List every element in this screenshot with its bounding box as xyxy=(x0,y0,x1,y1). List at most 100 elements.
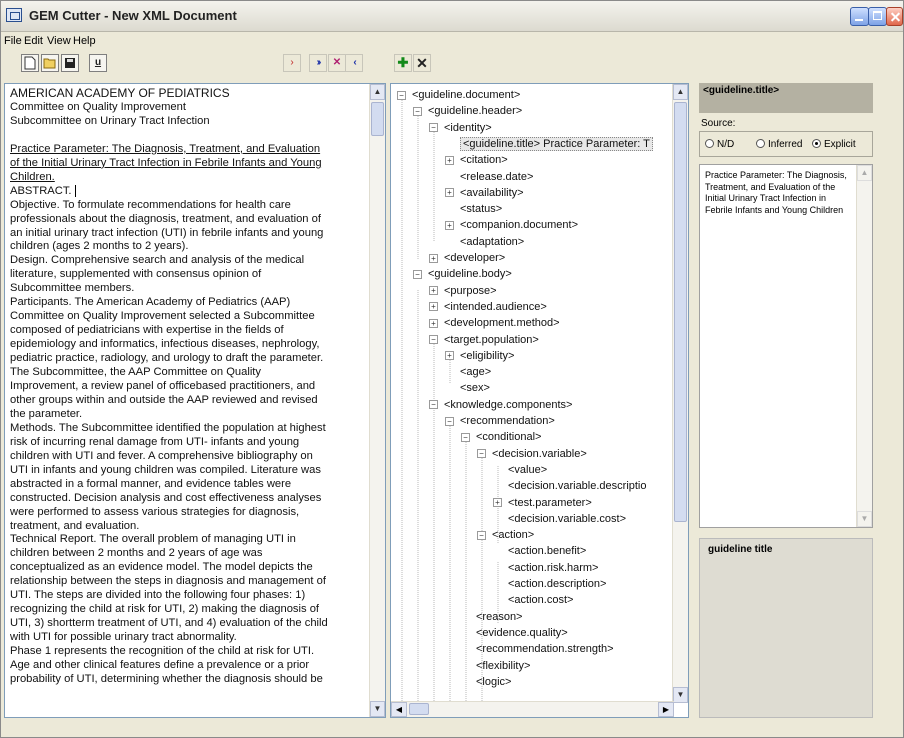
tree-node[interactable]: <action.risk.harm> xyxy=(508,560,598,576)
tree-node[interactable]: − <conditional> xyxy=(461,429,541,445)
maximize-button[interactable] xyxy=(868,7,887,26)
tree-node-label[interactable]: <recommendation.strength> xyxy=(476,643,614,655)
tree-node[interactable]: + <intended.audience> xyxy=(429,299,547,315)
tree-node[interactable]: + <availability> xyxy=(445,185,524,201)
tree-node[interactable]: − <recommendation> xyxy=(445,413,555,429)
expand-icon[interactable]: + xyxy=(429,253,438,263)
tree-node-label[interactable]: <flexibility> xyxy=(476,660,530,672)
tree-node-label[interactable]: <purpose> xyxy=(444,285,497,297)
tree-node[interactable]: + <purpose> xyxy=(429,283,497,299)
scroll-thumb[interactable] xyxy=(371,102,384,136)
tree-horizontal-scrollbar[interactable]: ◀ ▶ xyxy=(391,701,674,717)
menu-help[interactable]: Help xyxy=(73,35,96,47)
tree-node[interactable]: <action.description> xyxy=(508,576,606,592)
scroll-thumb[interactable] xyxy=(674,102,687,522)
tree-node-label[interactable]: <companion.document> xyxy=(460,219,578,231)
expand-icon[interactable]: + xyxy=(429,318,438,328)
tree-node[interactable]: <evidence.quality> xyxy=(476,625,568,641)
element-value-field[interactable]: Practice Parameter: The Diagnosis, Treat… xyxy=(699,164,873,528)
tree-node-label[interactable]: <development.method> xyxy=(444,317,560,329)
open-folder-icon[interactable] xyxy=(41,54,59,72)
tree-node-label[interactable]: <knowledge.components> xyxy=(444,399,572,411)
tree-node-label[interactable]: <reason> xyxy=(476,611,522,623)
tree-node[interactable]: <status> xyxy=(460,201,502,217)
tree-node[interactable]: <value> xyxy=(508,462,547,478)
tree-node[interactable]: + <citation> xyxy=(445,152,508,168)
tree-node-label[interactable]: <action> xyxy=(492,529,534,541)
tree-node[interactable]: <sex> xyxy=(460,380,490,396)
tree-node[interactable]: <release.date> xyxy=(460,169,533,185)
radio-explicit-dot[interactable] xyxy=(812,139,821,148)
tree-node-label[interactable]: <identity> xyxy=(444,122,492,134)
h-scroll-thumb[interactable] xyxy=(409,703,429,715)
tree-node-label[interactable]: <guideline.title> Practice Parameter: T xyxy=(460,136,653,151)
scroll-down-arrow-icon[interactable]: ▼ xyxy=(857,511,872,527)
tree-node[interactable]: <action.cost> xyxy=(508,592,573,608)
tree-node[interactable]: + <companion.document> xyxy=(445,217,578,233)
expand-icon[interactable]: + xyxy=(445,351,454,361)
radio-nd[interactable]: N/D xyxy=(705,139,734,150)
tree-node[interactable]: <reason> xyxy=(476,609,522,625)
tree-node[interactable]: <flexibility> xyxy=(476,658,530,674)
tree-node[interactable]: − <decision.variable> xyxy=(477,446,587,462)
tree-node-label[interactable]: <decision.variable.cost> xyxy=(508,513,626,525)
tree-node-label[interactable]: <value> xyxy=(508,464,547,476)
collapse-icon[interactable]: − xyxy=(477,530,486,540)
expand-icon[interactable]: + xyxy=(429,302,438,312)
minimize-button[interactable] xyxy=(850,7,869,26)
scroll-up-arrow-icon[interactable]: ▲ xyxy=(673,84,688,100)
back-icon[interactable]: ‹ xyxy=(345,54,363,72)
tree-node[interactable]: − <guideline.header> xyxy=(413,103,522,119)
collapse-icon[interactable]: − xyxy=(477,449,486,459)
tree-node[interactable]: − <guideline.body> xyxy=(413,266,512,282)
tree-node[interactable]: + <development.method> xyxy=(429,315,560,331)
tree-node-label[interactable]: <guideline.header> xyxy=(428,105,522,117)
tree-node[interactable]: − <action> xyxy=(477,527,534,543)
tree-node[interactable]: + <eligibility> xyxy=(445,348,514,364)
tree-node-label[interactable]: <sex> xyxy=(460,382,490,394)
tree-node-label[interactable]: <citation> xyxy=(460,154,508,166)
tree-node[interactable]: + <test.parameter> xyxy=(493,495,592,511)
tree-node[interactable]: <logic> xyxy=(476,674,511,690)
u-button[interactable]: u xyxy=(89,54,107,72)
tree-node-label[interactable]: <action.risk.harm> xyxy=(508,562,598,574)
tree-node-label[interactable]: <age> xyxy=(460,366,491,378)
tree-node-label[interactable]: <action.cost> xyxy=(508,594,573,606)
tree-node[interactable]: − <guideline.document> xyxy=(397,87,520,103)
document-text-panel[interactable]: AMERICAN ACADEMY OF PEDIATRICS Committee… xyxy=(4,83,386,718)
tree-node[interactable]: <decision.variable.descriptio xyxy=(508,478,647,494)
menu-edit[interactable]: Edit xyxy=(24,35,43,47)
tree-vertical-scrollbar[interactable]: ▲ ▼ xyxy=(672,84,688,703)
tree-node[interactable]: <action.benefit> xyxy=(508,543,586,559)
tree-node[interactable]: <recommendation.strength> xyxy=(476,641,614,657)
collapse-icon[interactable]: − xyxy=(429,123,438,133)
tree-node-label[interactable]: <adaptation> xyxy=(460,236,524,248)
delete-x-icon[interactable]: ✕ xyxy=(413,54,431,72)
expand-icon[interactable]: + xyxy=(493,498,502,508)
collapse-icon[interactable]: − xyxy=(445,416,454,426)
tree-node-label[interactable]: <action.benefit> xyxy=(508,545,586,557)
tree-node-label[interactable]: <availability> xyxy=(460,187,524,199)
tree-node-label[interactable]: <guideline.document> xyxy=(412,89,520,101)
tree-node-label[interactable]: <decision.variable.descriptio xyxy=(508,480,647,492)
expand-icon[interactable]: + xyxy=(445,188,454,198)
new-document-icon[interactable] xyxy=(21,54,39,72)
radio-inferred[interactable]: Inferred xyxy=(756,139,802,150)
menu-view[interactable]: View xyxy=(47,35,71,47)
scroll-up-arrow-icon[interactable]: ▲ xyxy=(370,84,385,100)
close-button[interactable] xyxy=(886,7,903,26)
scroll-left-arrow-icon[interactable]: ◀ xyxy=(391,702,407,717)
document-text[interactable]: AMERICAN ACADEMY OF PEDIATRICS Committee… xyxy=(10,86,368,687)
scroll-down-arrow-icon[interactable]: ▼ xyxy=(673,687,688,703)
document-vertical-scrollbar[interactable]: ▲ ▼ xyxy=(369,84,385,717)
tree-node-label[interactable]: <logic> xyxy=(476,676,511,688)
radio-nd-dot[interactable] xyxy=(705,139,714,148)
tree-node-label[interactable]: <status> xyxy=(460,203,502,215)
tree-node-label[interactable]: <target.population> xyxy=(444,334,539,346)
tree-node[interactable]: <adaptation> xyxy=(460,234,524,250)
tree-node[interactable]: <guideline.title> Practice Parameter: T xyxy=(460,136,653,152)
tree-node-label[interactable]: <action.description> xyxy=(508,578,606,590)
menu-file[interactable]: File xyxy=(4,35,22,47)
scroll-down-arrow-icon[interactable]: ▼ xyxy=(370,701,385,717)
collapse-icon[interactable]: − xyxy=(397,90,406,100)
